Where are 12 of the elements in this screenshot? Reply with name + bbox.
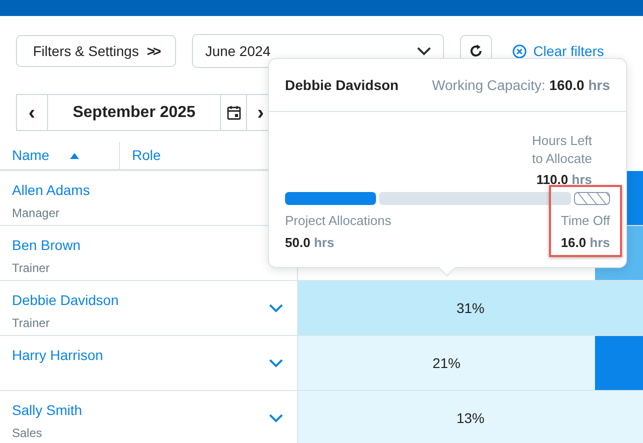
person-role: Trainer bbox=[12, 315, 51, 332]
person-role: Trainer bbox=[12, 260, 51, 277]
month-label: September 2025 bbox=[72, 102, 196, 122]
working-capacity: Working Capacity: 160.0 hrs bbox=[432, 76, 610, 95]
person-role: Manager bbox=[12, 205, 60, 222]
hours-left-value: 110.0 hrs bbox=[536, 171, 592, 189]
popover-title: Debbie Davidson bbox=[285, 76, 399, 94]
allocations-value: 50.0 hrs bbox=[285, 234, 336, 252]
time-off-value: 16.0 hrs bbox=[560, 234, 610, 252]
allocations-label: Project Allocations bbox=[285, 212, 392, 230]
time-off-label: Time Off bbox=[560, 212, 610, 230]
person-role: Sales bbox=[12, 425, 44, 442]
